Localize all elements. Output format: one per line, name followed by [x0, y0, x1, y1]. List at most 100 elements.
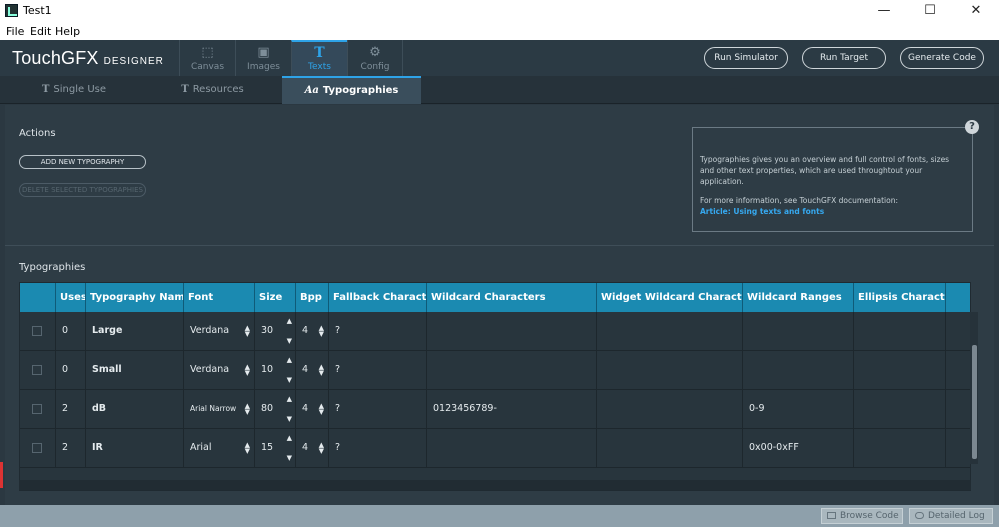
detailed-log-button[interactable]: Detailed Log: [909, 508, 993, 524]
cell-fallback[interactable]: ?: [329, 429, 427, 467]
table-row[interactable]: 0 Small Verdana ▲ ▼ 10 ▲ ▼ 4 ▲ ▼ ?: [20, 351, 970, 390]
cell-wildcard[interactable]: [427, 429, 597, 467]
size-down-icon[interactable]: ▼: [287, 338, 292, 345]
row-select[interactable]: [20, 312, 56, 350]
close-button[interactable]: ✕: [953, 0, 999, 22]
font-dropdown-icon[interactable]: ▲ ▼: [245, 403, 250, 416]
cell-ranges[interactable]: [743, 312, 854, 350]
row-checkbox[interactable]: [32, 326, 42, 336]
cell-ellipsis[interactable]: [854, 312, 946, 350]
col-uses[interactable]: Uses: [56, 283, 86, 312]
cell-font[interactable]: Arial Narrow ▲ ▼: [184, 390, 255, 428]
size-up-icon[interactable]: ▲: [287, 435, 292, 442]
menu-edit[interactable]: Edit: [30, 25, 51, 38]
size-down-icon[interactable]: ▼: [287, 455, 292, 462]
bpp-dropdown-icon[interactable]: ▲ ▼: [319, 442, 324, 455]
table-header: Uses Typography Name Font Size Bpp Fallb…: [20, 283, 970, 312]
row-select[interactable]: [20, 429, 56, 467]
size-up-icon[interactable]: ▲: [287, 357, 292, 364]
bpp-dropdown-icon[interactable]: ▲ ▼: [319, 364, 324, 377]
cell-ellipsis[interactable]: [854, 390, 946, 428]
font-dropdown-icon[interactable]: ▲ ▼: [245, 325, 250, 338]
col-widget-wildcard[interactable]: Widget Wildcard Characters: [597, 283, 743, 312]
run-target-button[interactable]: Run Target: [802, 47, 886, 69]
tab-canvas[interactable]: ⬚ Canvas: [179, 40, 235, 76]
table-row[interactable]: 2 dB Arial Narrow ▲ ▼ 80 ▲ ▼ 4 ▲ ▼ ? 012345678…: [20, 390, 970, 429]
col-size[interactable]: Size: [255, 283, 296, 312]
maximize-button[interactable]: ☐: [907, 0, 953, 22]
cell-wildcard[interactable]: [427, 312, 597, 350]
table-row[interactable]: 0 Large Verdana ▲ ▼ 30 ▲ ▼ 4 ▲ ▼ ?: [20, 312, 970, 351]
cell-bpp[interactable]: 4 ▲ ▼: [296, 351, 329, 389]
col-bpp[interactable]: Bpp: [296, 283, 329, 312]
bpp-dropdown-icon[interactable]: ▲ ▼: [319, 325, 324, 338]
menu-file[interactable]: File: [6, 25, 24, 38]
cell-fallback[interactable]: ?: [329, 312, 427, 350]
row-checkbox[interactable]: [32, 365, 42, 375]
row-checkbox[interactable]: [32, 404, 42, 414]
cell-bpp[interactable]: 4 ▲ ▼: [296, 390, 329, 428]
row-select[interactable]: [20, 390, 56, 428]
cell-wildcard[interactable]: 0123456789-: [427, 390, 597, 428]
cell-font[interactable]: Verdana ▲ ▼: [184, 312, 255, 350]
docs-link[interactable]: Article: Using texts and fonts: [700, 206, 964, 217]
tab-single-use[interactable]: T Single Use: [5, 76, 143, 104]
tab-config[interactable]: ⚙ Config: [347, 40, 403, 76]
row-checkbox[interactable]: [32, 443, 42, 453]
scrollbar-thumb[interactable]: [972, 345, 977, 459]
cell-ranges[interactable]: [743, 351, 854, 389]
add-typography-button[interactable]: ADD NEW TYPOGRAPHY: [19, 155, 146, 169]
cell-widget-wildcard[interactable]: [597, 390, 743, 428]
cell-uses: 0: [56, 351, 86, 389]
tab-texts[interactable]: T Texts: [291, 40, 347, 76]
font-dropdown-icon[interactable]: ▲ ▼: [245, 442, 250, 455]
horizontal-scrollbar[interactable]: [19, 480, 971, 490]
col-font[interactable]: Font: [184, 283, 255, 312]
cell-widget-wildcard[interactable]: [597, 351, 743, 389]
col-ellipsis[interactable]: Ellipsis Character: [854, 283, 946, 312]
cell-size[interactable]: 80 ▲ ▼: [255, 390, 296, 428]
generate-code-button[interactable]: Generate Code: [900, 47, 984, 69]
size-up-icon[interactable]: ▲: [287, 396, 292, 403]
col-ranges[interactable]: Wildcard Ranges: [743, 283, 854, 312]
size-up-icon[interactable]: ▲: [287, 318, 292, 325]
cell-name[interactable]: IR: [86, 429, 184, 467]
cell-widget-wildcard[interactable]: [597, 429, 743, 467]
cell-size[interactable]: 10 ▲ ▼: [255, 351, 296, 389]
cell-ranges[interactable]: 0x00-0xFF: [743, 429, 854, 467]
font-dropdown-icon[interactable]: ▲ ▼: [245, 364, 250, 377]
cell-widget-wildcard[interactable]: [597, 312, 743, 350]
delete-typographies-button[interactable]: DELETE SELECTED TYPOGRAPHIES: [19, 183, 146, 197]
size-down-icon[interactable]: ▼: [287, 377, 292, 384]
cell-fallback[interactable]: ?: [329, 390, 427, 428]
cell-size[interactable]: 30 ▲ ▼: [255, 312, 296, 350]
run-simulator-button[interactable]: Run Simulator: [704, 47, 788, 69]
cell-font[interactable]: Arial ▲ ▼: [184, 429, 255, 467]
cell-name[interactable]: Small: [86, 351, 184, 389]
minimize-button[interactable]: —: [861, 0, 907, 22]
row-select[interactable]: [20, 351, 56, 389]
menu-help[interactable]: Help: [55, 25, 80, 38]
cell-ellipsis[interactable]: [854, 429, 946, 467]
cell-fallback[interactable]: ?: [329, 351, 427, 389]
size-down-icon[interactable]: ▼: [287, 416, 292, 423]
col-fallback[interactable]: Fallback Character: [329, 283, 427, 312]
table-row[interactable]: 2 IR Arial ▲ ▼ 15 ▲ ▼ 4 ▲ ▼ ? 0x00-0xFF: [20, 429, 970, 468]
cell-bpp[interactable]: 4 ▲ ▼: [296, 429, 329, 467]
cell-size[interactable]: 15 ▲ ▼: [255, 429, 296, 467]
tab-typographies[interactable]: Aa Typographies: [282, 76, 421, 104]
cell-name[interactable]: Large: [86, 312, 184, 350]
cell-bpp[interactable]: 4 ▲ ▼: [296, 312, 329, 350]
cell-ranges[interactable]: 0-9: [743, 390, 854, 428]
browse-code-button[interactable]: Browse Code: [821, 508, 903, 524]
tab-resources[interactable]: T Resources: [143, 76, 282, 104]
cell-font[interactable]: Verdana ▲ ▼: [184, 351, 255, 389]
tab-images[interactable]: ▣ Images: [235, 40, 291, 76]
cell-ellipsis[interactable]: [854, 351, 946, 389]
help-icon[interactable]: ?: [965, 120, 979, 134]
cell-name[interactable]: dB: [86, 390, 184, 428]
cell-wildcard[interactable]: [427, 351, 597, 389]
col-name[interactable]: Typography Name: [86, 283, 184, 312]
col-wildcard[interactable]: Wildcard Characters: [427, 283, 597, 312]
bpp-dropdown-icon[interactable]: ▲ ▼: [319, 403, 324, 416]
